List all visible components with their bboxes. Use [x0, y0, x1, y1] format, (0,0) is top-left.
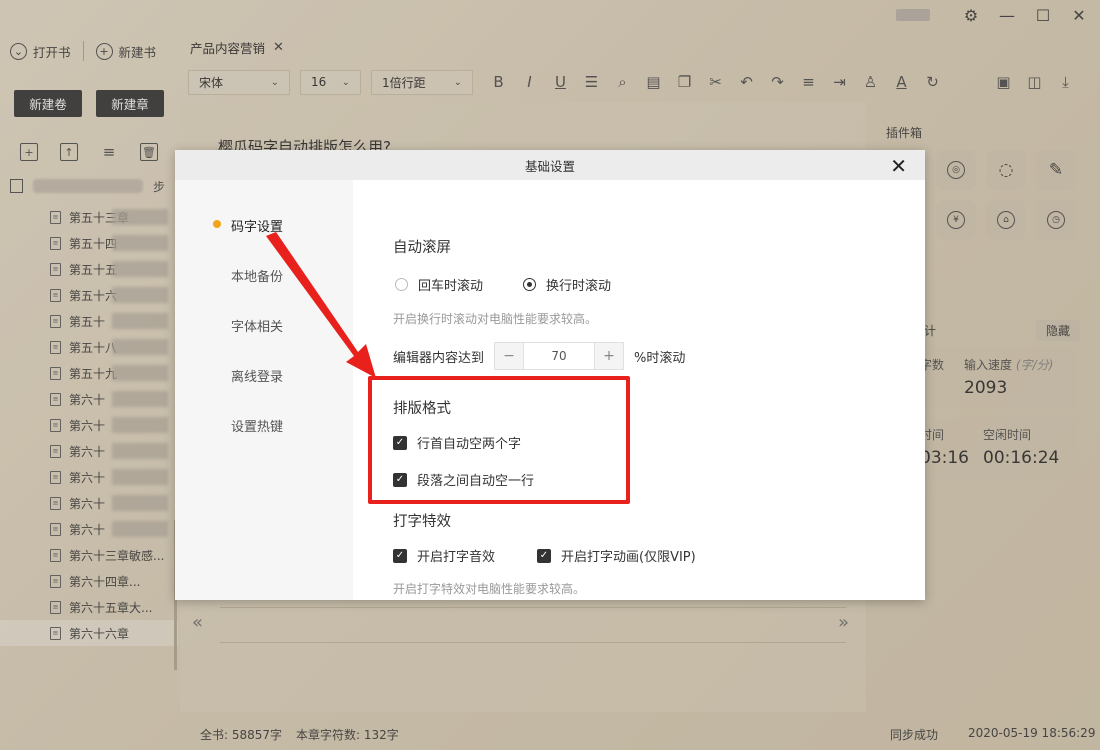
arrow-shape: [266, 232, 376, 378]
annotation-arrow: [266, 232, 376, 378]
app-window: ⚙ — ☐ ✕ ⌄ 打开书 + 新建书 新建卷 新建章 + ↑ ≡ 🗑 步 ≡ …: [0, 0, 1100, 750]
